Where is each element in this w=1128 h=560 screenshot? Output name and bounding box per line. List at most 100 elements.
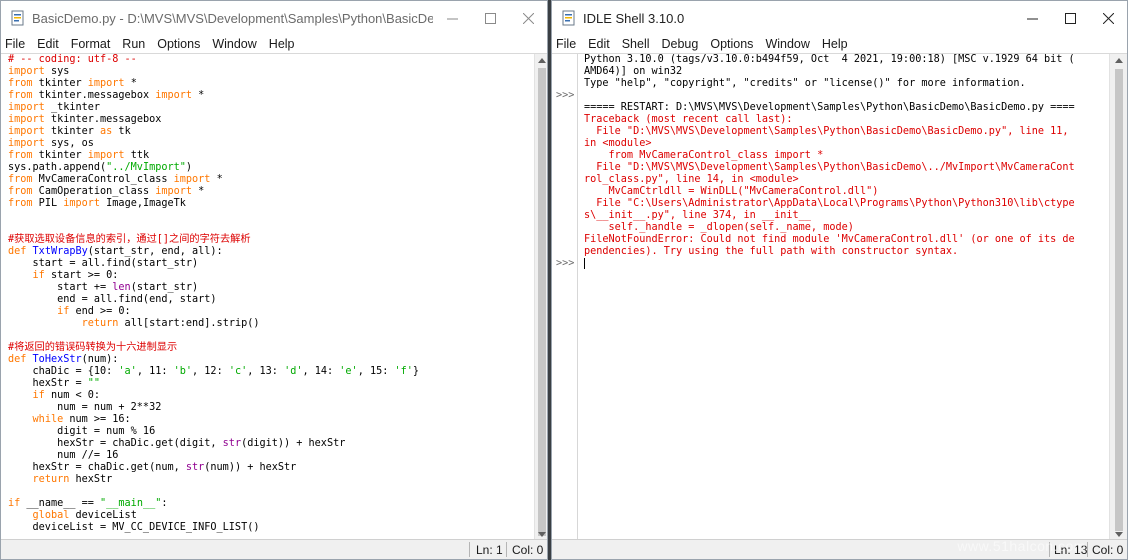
code-line: from tkinter import * <box>8 78 137 89</box>
code-line: hexStr = "" <box>8 378 101 389</box>
shell-prompt: >>> <box>556 258 575 269</box>
menu-format[interactable]: Format <box>71 37 111 51</box>
code-line: import _tkinter <box>8 102 101 113</box>
shell-prompt: >>> <box>556 90 575 101</box>
minimize-icon <box>446 18 458 19</box>
code-line: hexStr = chaDic.get(digit, str(digit)) +… <box>8 438 346 449</box>
menu-edit[interactable]: Edit <box>588 37 610 51</box>
shell-title: IDLE Shell 3.10.0 <box>583 10 685 26</box>
menu-help[interactable]: Help <box>269 37 295 51</box>
code-line: num = num + 2**32 <box>8 402 162 413</box>
shell-prompt-gutter: >>> >>> <box>552 54 578 541</box>
menu-window[interactable]: Window <box>212 37 256 51</box>
close-button[interactable] <box>509 1 547 35</box>
editor-titlebar[interactable]: BasicDemo.py - D:\MVS\MVS\Development\Sa… <box>1 1 547 35</box>
code-line: return hexStr <box>32 474 113 485</box>
shell-window: IDLE Shell 3.10.0 File Edit Shell Debug … <box>551 0 1128 560</box>
code-line: from CamOperation_class import * <box>8 186 205 197</box>
editor-text-area[interactable]: # -- coding: utf-8 -- import sys from tkin… <box>8 54 533 539</box>
shell-titlebar[interactable]: IDLE Shell 3.10.0 <box>552 1 1127 35</box>
minimize-icon <box>1026 18 1038 19</box>
code-line: import sys, os <box>8 138 94 149</box>
shell-scrollbar[interactable] <box>1109 54 1127 541</box>
shell-input-line[interactable] <box>584 258 1104 272</box>
code-line: start += len(start_str) <box>8 282 199 293</box>
shell-banner-line: Python 3.10.0 (tags/v3.10.0:b494f59, Oct… <box>584 54 1075 65</box>
shell-error-line: pendencies). Try using the full path wit… <box>584 246 959 257</box>
code-line: from tkinter.messagebox import * <box>8 90 205 101</box>
shell-error-line: MvCamCtrldll = WinDLL("MvCameraControl.d… <box>584 186 879 197</box>
shell-error-line: self._handle = _dlopen(self._name, mode) <box>584 222 854 233</box>
code-line: start = all.find(start_str) <box>8 258 199 269</box>
shell-error-line: File "D:\MVS\MVS\Development\Samples\Pyt… <box>584 162 1075 173</box>
status-col: Col: 0 <box>512 543 544 557</box>
minimize-button[interactable] <box>433 1 471 35</box>
shell-error-line: rol_class.py", line 14, in <module> <box>584 174 799 185</box>
menu-file[interactable]: File <box>556 37 576 51</box>
shell-blank-line <box>584 90 1104 102</box>
code-line: num //= 16 <box>8 450 119 461</box>
menu-debug[interactable]: Debug <box>662 37 699 51</box>
code-line: #获取选取设备信息的索引，通过[]之间的字符去解析 <box>8 234 251 245</box>
shell-error-line: Traceback (most recent call last): <box>584 114 793 125</box>
shell-output-area[interactable]: Python 3.10.0 (tags/v3.10.0:b494f59, Oct… <box>584 54 1104 541</box>
scroll-up-icon[interactable] <box>1115 58 1123 63</box>
menu-run[interactable]: Run <box>122 37 145 51</box>
menu-edit[interactable]: Edit <box>37 37 59 51</box>
status-divider <box>506 542 507 557</box>
code-line: global deviceList <box>32 510 137 521</box>
code-line: digit = num % 16 <box>8 426 156 437</box>
code-line: deviceList = MV_CC_DEVICE_INFO_LIST() <box>8 522 260 533</box>
shell-restart-line: ===== RESTART: D:\MVS\MVS\Development\Sa… <box>584 102 1075 113</box>
minimize-button[interactable] <box>1013 1 1051 35</box>
code-line: end = all.find(end, start) <box>8 294 217 305</box>
code-line: while num >= 16: <box>32 414 131 425</box>
maximize-button[interactable] <box>1051 1 1089 35</box>
scroll-down-icon[interactable] <box>1115 532 1123 537</box>
maximize-icon <box>484 12 496 24</box>
editor-window: BasicDemo.py - D:\MVS\MVS\Development\Sa… <box>0 0 548 560</box>
shell-error-line: from MvCameraControl_class import * <box>584 150 824 161</box>
code-line: import tkinter.messagebox <box>8 114 162 125</box>
code-line: sys.path.append("../MvImport") <box>8 162 193 173</box>
menu-options[interactable]: Options <box>710 37 753 51</box>
code-line: # -- coding: utf-8 -- <box>8 54 137 65</box>
code-line: return all[start:end].strip() <box>81 318 260 329</box>
code-line: if __name__ == "__main__": <box>8 498 168 509</box>
shell-menubar: File Edit Shell Debug Options Window Hel… <box>552 35 1127 53</box>
menu-options[interactable]: Options <box>157 37 200 51</box>
scroll-up-icon[interactable] <box>538 58 546 63</box>
shell-error-line: File "D:\MVS\MVS\Development\Samples\Pyt… <box>584 126 1069 137</box>
maximize-icon <box>1064 12 1076 24</box>
code-line: #将返回的错误码转换为十六进制显示 <box>8 342 178 353</box>
status-col: Col: 0 <box>1092 543 1124 557</box>
code-line: if start >= 0: <box>32 270 119 281</box>
watermark: www.51halcon.com <box>957 538 1086 554</box>
menu-window[interactable]: Window <box>765 37 809 51</box>
text-cursor <box>584 258 585 269</box>
menu-help[interactable]: Help <box>822 37 848 51</box>
status-divider <box>469 542 470 557</box>
shell-error-line: s\__init__.py", line 374, in __init__ <box>584 210 811 221</box>
scroll-down-icon[interactable] <box>538 532 546 537</box>
idle-icon <box>11 10 24 26</box>
scrollbar-thumb[interactable] <box>538 68 546 536</box>
scrollbar-thumb[interactable] <box>1115 69 1123 531</box>
editor-title: BasicDemo.py - D:\MVS\MVS\Development\Sa… <box>32 10 433 26</box>
code-line: from tkinter import ttk <box>8 150 150 161</box>
menu-file[interactable]: File <box>5 37 25 51</box>
close-icon <box>522 12 534 24</box>
code-line: if end >= 0: <box>57 306 131 317</box>
code-line: if num < 0: <box>32 390 101 401</box>
editor-scrollbar[interactable] <box>534 54 547 541</box>
close-button[interactable] <box>1089 1 1127 35</box>
menu-shell[interactable]: Shell <box>622 37 650 51</box>
status-line: Ln: 1 <box>476 543 503 557</box>
maximize-button[interactable] <box>471 1 509 35</box>
shell-error-line: in <module> <box>584 138 652 149</box>
code-line: chaDic = {10: 'a', 11: 'b', 12: 'c', 13:… <box>8 366 420 377</box>
shell-banner-line: AMD64)] on win32 <box>584 66 683 77</box>
